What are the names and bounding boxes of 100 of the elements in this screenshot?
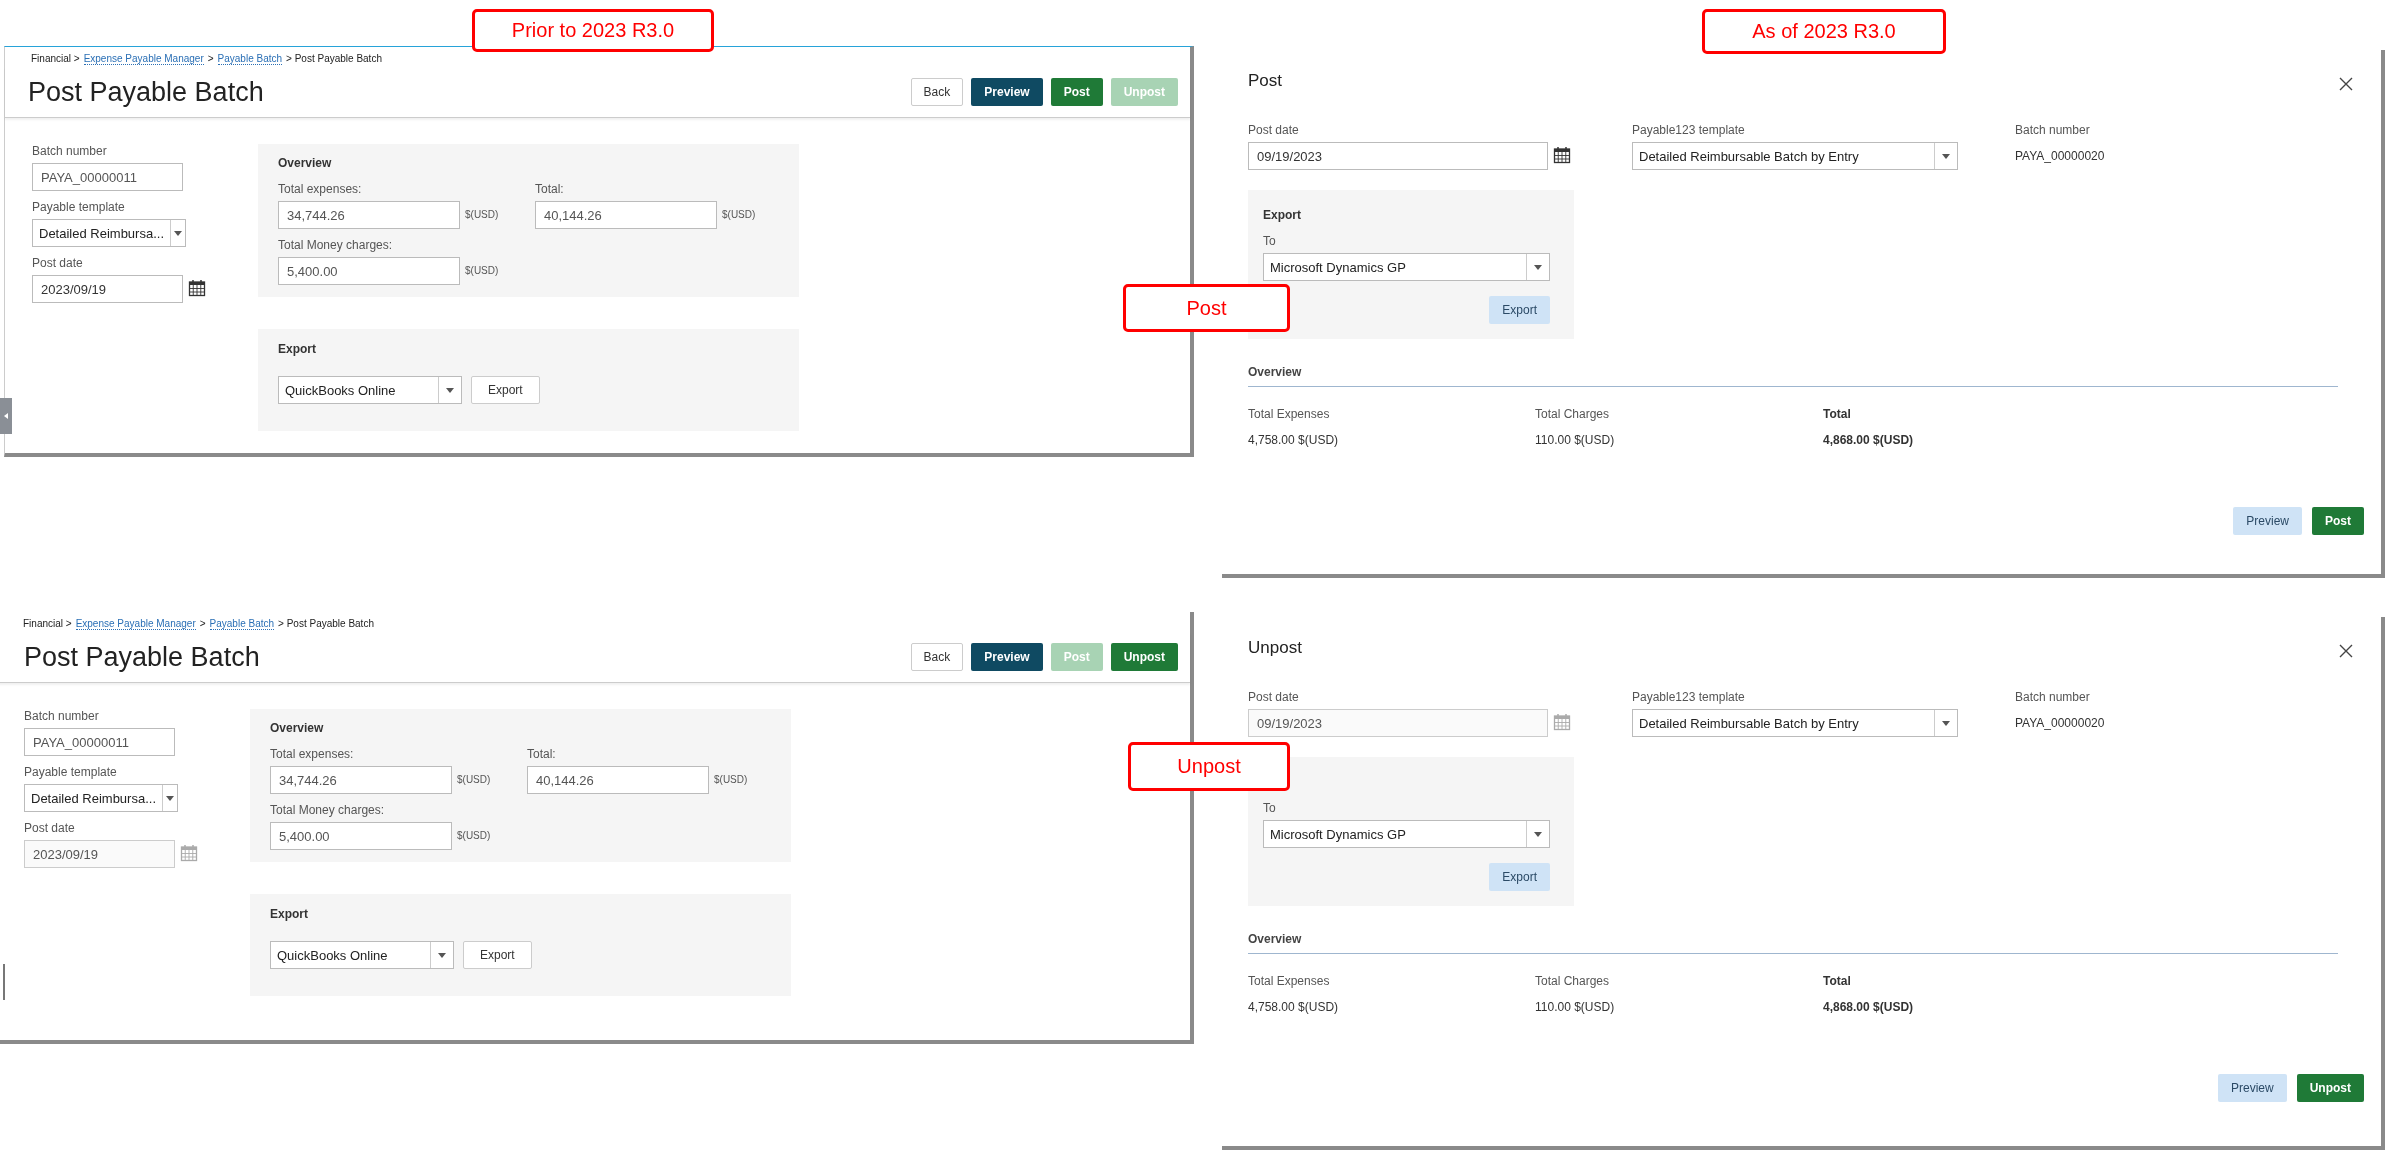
callout-label: As of 2023 R3.0 (1702, 9, 1946, 54)
batch-number-field[interactable]: PAYA_00000011 (24, 728, 175, 756)
breadcrumb-text: Financial > (31, 53, 80, 64)
secondary-button[interactable]: Preview (2233, 507, 2302, 535)
export-dropdown[interactable]: Microsoft Dynamics GP (1263, 820, 1550, 848)
post-date-field[interactable]: 2023/09/19 (32, 275, 183, 303)
section-title: Overview (1248, 365, 1303, 379)
caret-icon (166, 795, 174, 801)
callout-label: Unpost (1128, 742, 1290, 791)
section-title: Export (270, 907, 308, 921)
action-button[interactable]: Preview (971, 78, 1043, 106)
breadcrumb-text: > Post Payable Batch (278, 618, 374, 629)
field-label: Total Money charges: (278, 238, 394, 252)
field-label: Batch number (2015, 123, 2090, 137)
export-button[interactable]: Export (1489, 296, 1550, 324)
amount-field[interactable]: 5,400.00 (278, 257, 460, 285)
field-label: Post date (1248, 690, 1299, 704)
breadcrumb-link[interactable]: Payable Batch (209, 618, 275, 630)
batch-number-value: PAYA_00000020 (2015, 716, 2105, 730)
field-label: Batch number (24, 709, 99, 723)
collapse-handle[interactable] (3, 964, 5, 1000)
export-dropdown[interactable]: QuickBooks Online (278, 376, 462, 404)
close-icon[interactable] (2339, 77, 2353, 91)
amount-field[interactable]: 5,400.00 (270, 822, 452, 850)
field-label: Payable template (32, 200, 125, 214)
currency-text: $(USD) (465, 265, 499, 276)
caret-icon (1942, 720, 1950, 726)
field-label: Post date (24, 821, 75, 835)
action-button[interactable]: Unpost (1110, 643, 1178, 671)
caret-icon (438, 952, 446, 958)
field-label: Batch number (2015, 690, 2090, 704)
total-value: 110.00 $(USD) (1535, 1000, 1616, 1014)
currency-text: $(USD) (722, 209, 756, 220)
callout-label: Prior to 2023 R3.0 (472, 9, 714, 52)
section-title: Export (1263, 208, 1301, 222)
export-button[interactable]: Export (1489, 863, 1550, 891)
caret-icon (1534, 264, 1542, 270)
dialog-title: Unpost (1248, 638, 1302, 658)
dialog-title: Post (1248, 71, 1283, 91)
breadcrumb-text: Financial > (23, 618, 72, 629)
back-button[interactable]: Back (910, 78, 964, 106)
breadcrumb-link[interactable]: Expense Payable Manager (83, 53, 204, 65)
field-label: Total: (527, 747, 557, 761)
field-label: Total expenses: (278, 182, 363, 196)
section-title: Overview (270, 721, 324, 735)
section-title: Overview (278, 156, 332, 170)
calendar-icon[interactable] (188, 279, 206, 297)
template-dropdown[interactable]: Detailed Reimbursa... (32, 219, 186, 247)
currency-text: $(USD) (465, 209, 499, 220)
post-date-field[interactable]: 09/19/2023 (1248, 142, 1548, 170)
amount-field[interactable]: 34,744.26 (278, 201, 460, 229)
breadcrumb-text: > Post Payable Batch (286, 53, 382, 64)
total-value: 110.00 $(USD) (1535, 433, 1616, 447)
calendar-icon[interactable] (1553, 146, 1571, 164)
primary-button[interactable]: Post (2312, 507, 2364, 535)
amount-field[interactable]: 40,144.26 (535, 201, 717, 229)
caret-icon (446, 387, 454, 393)
export-button[interactable]: Export (471, 376, 540, 404)
total-value: 4,758.00 $(USD) (1248, 1000, 1340, 1014)
total-value: 4,868.00 $(USD) (1823, 433, 1915, 447)
total-label: Total Charges (1535, 407, 1611, 421)
caret-icon (174, 230, 182, 236)
export-dropdown[interactable]: QuickBooks Online (270, 941, 454, 969)
total-label: Total Expenses (1248, 974, 1331, 988)
secondary-button[interactable]: Preview (2218, 1074, 2287, 1102)
batch-number-value: PAYA_00000020 (2015, 149, 2105, 163)
export-button[interactable]: Export (463, 941, 532, 969)
page-title: Post Payable Batch (24, 641, 260, 673)
section-title: Overview (1248, 932, 1303, 946)
total-label: Total (1823, 974, 1852, 988)
breadcrumb-text: > (207, 53, 214, 64)
amount-field[interactable]: 34,744.26 (270, 766, 452, 794)
template-dropdown[interactable]: Detailed Reimbursable Batch by Entry (1632, 709, 1958, 737)
field-label: Total: (535, 182, 565, 196)
action-button[interactable]: Post (1050, 78, 1103, 106)
amount-field[interactable]: 40,144.26 (527, 766, 709, 794)
primary-button[interactable]: Unpost (2296, 1074, 2364, 1102)
section-title: Export (278, 342, 316, 356)
action-button[interactable]: Preview (971, 643, 1043, 671)
export-dropdown[interactable]: Microsoft Dynamics GP (1263, 253, 1550, 281)
field-label: Batch number (32, 144, 107, 158)
breadcrumb-link[interactable]: Payable Batch (217, 53, 283, 65)
close-icon[interactable] (2339, 644, 2353, 658)
back-button[interactable]: Back (910, 643, 964, 671)
batch-number-field[interactable]: PAYA_00000011 (32, 163, 183, 191)
field-label: Total expenses: (270, 747, 355, 761)
field-label: Payable123 template (1632, 690, 1745, 704)
template-dropdown[interactable]: Detailed Reimbursa... (24, 784, 178, 812)
total-value: 4,758.00 $(USD) (1248, 433, 1340, 447)
field-label: Post date (1248, 123, 1299, 137)
template-dropdown[interactable]: Detailed Reimbursable Batch by Entry (1632, 142, 1958, 170)
currency-text: $(USD) (714, 774, 748, 785)
caret-icon (4, 413, 8, 419)
currency-text: $(USD) (457, 830, 491, 841)
collapse-tab[interactable] (0, 398, 12, 434)
total-value: 4,868.00 $(USD) (1823, 1000, 1915, 1014)
total-label: Total Charges (1535, 974, 1611, 988)
callout-label: Post (1123, 284, 1290, 332)
breadcrumb-link[interactable]: Expense Payable Manager (75, 618, 196, 630)
caret-icon (1534, 831, 1542, 837)
